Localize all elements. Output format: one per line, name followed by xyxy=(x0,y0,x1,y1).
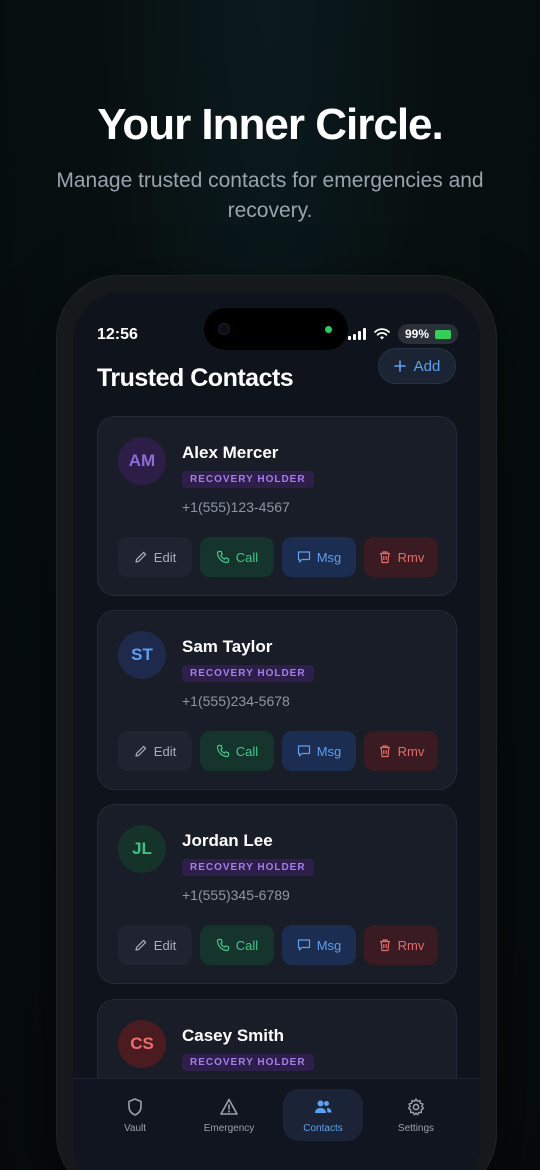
add-label: Add xyxy=(413,357,441,375)
contact-actions: Edit Call Msg Rmv xyxy=(118,537,438,577)
tab-emergency[interactable]: Emergency xyxy=(189,1089,269,1141)
role-badge: RECOVERY HOLDER xyxy=(182,859,314,876)
page-title: Trusted Contacts xyxy=(97,364,294,392)
msg-label: Msg xyxy=(316,549,342,565)
role-badge: RECOVERY HOLDER xyxy=(182,1054,314,1071)
remove-label: Rmv xyxy=(397,937,425,953)
message-icon xyxy=(297,939,310,951)
call-button[interactable]: Call xyxy=(200,537,274,577)
role-badge: RECOVERY HOLDER xyxy=(182,471,314,488)
edit-label: Edit xyxy=(153,937,177,953)
message-icon xyxy=(297,551,310,563)
contact-phone: +1(555)234-5678 xyxy=(182,693,290,709)
contact-actions: Edit Call Msg Rmv xyxy=(118,925,438,965)
phone-screen: 12:56 99% Trusted Contacts Add AM Alex M… xyxy=(73,292,480,1170)
remove-label: Rmv xyxy=(397,743,425,759)
phone-frame: 12:56 99% Trusted Contacts Add AM Alex M… xyxy=(57,276,496,1170)
contact-name: Sam Taylor xyxy=(182,637,273,656)
contact-actions: Edit Call Msg Rmv xyxy=(118,731,438,771)
phone-icon xyxy=(216,744,229,758)
call-label: Call xyxy=(235,743,259,759)
camera-icon xyxy=(218,323,230,335)
tab-settings[interactable]: Settings xyxy=(376,1089,456,1141)
tab-label: Contacts xyxy=(303,1122,343,1134)
gear-icon xyxy=(407,1097,425,1115)
pencil-icon xyxy=(135,551,146,563)
contact-name: Alex Mercer xyxy=(182,443,279,462)
call-button[interactable]: Call xyxy=(200,925,274,965)
phone-icon xyxy=(216,938,229,952)
tab-contacts[interactable]: Contacts xyxy=(283,1089,363,1141)
privacy-indicator-icon xyxy=(325,326,332,333)
contact-card: JL Jordan Lee RECOVERY HOLDER +1(555)345… xyxy=(97,804,457,984)
msg-label: Msg xyxy=(316,937,342,953)
edit-label: Edit xyxy=(153,743,177,759)
pencil-icon xyxy=(135,939,146,951)
avatar: JL xyxy=(118,825,166,873)
users-icon xyxy=(315,1100,332,1113)
signal-icon xyxy=(347,328,366,340)
edit-label: Edit xyxy=(153,549,177,565)
edit-button[interactable]: Edit xyxy=(118,731,192,771)
dynamic-island xyxy=(204,308,348,350)
tab-bar: Vault Emergency Contacts Settings xyxy=(73,1078,480,1170)
call-label: Call xyxy=(235,937,259,953)
wifi-icon xyxy=(374,328,390,340)
plus-icon xyxy=(393,360,406,372)
tab-label: Settings xyxy=(397,1122,435,1134)
message-icon xyxy=(297,745,310,757)
add-contact-button[interactable]: Add xyxy=(378,348,456,384)
shield-icon xyxy=(128,1097,142,1116)
call-label: Call xyxy=(235,549,259,565)
status-indicators: 99% xyxy=(347,324,458,344)
warning-icon xyxy=(220,1098,238,1115)
pencil-icon xyxy=(135,745,146,757)
hero-subtitle: Manage trusted contacts for emergencies … xyxy=(56,169,484,222)
remove-button[interactable]: Rmv xyxy=(364,925,438,965)
avatar: CS xyxy=(118,1020,166,1068)
contact-phone: +1(555)123-4567 xyxy=(182,499,290,515)
remove-button[interactable]: Rmv xyxy=(364,731,438,771)
edit-button[interactable]: Edit xyxy=(118,537,192,577)
message-button[interactable]: Msg xyxy=(282,925,356,965)
trash-icon xyxy=(379,745,390,758)
contact-name: Casey Smith xyxy=(182,1026,285,1045)
battery-indicator: 99% xyxy=(397,324,458,344)
edit-button[interactable]: Edit xyxy=(118,925,192,965)
avatar: ST xyxy=(118,631,166,679)
hero-title: Your Inner Circle. xyxy=(97,100,444,149)
avatar: AM xyxy=(118,437,166,485)
tab-vault[interactable]: Vault xyxy=(95,1089,175,1141)
contact-name: Jordan Lee xyxy=(182,831,273,850)
message-button[interactable]: Msg xyxy=(282,731,356,771)
contact-phone: +1(555)345-6789 xyxy=(182,887,290,903)
role-badge: RECOVERY HOLDER xyxy=(182,665,314,682)
battery-icon xyxy=(435,329,451,339)
status-time: 12:56 xyxy=(97,326,138,343)
battery-percent: 99% xyxy=(404,327,429,341)
call-button[interactable]: Call xyxy=(200,731,274,771)
trash-icon xyxy=(379,939,390,952)
tab-label: Emergency xyxy=(203,1122,255,1134)
message-button[interactable]: Msg xyxy=(282,537,356,577)
phone-icon xyxy=(216,550,229,564)
tab-label: Vault xyxy=(123,1122,147,1134)
remove-label: Rmv xyxy=(397,549,425,565)
msg-label: Msg xyxy=(316,743,342,759)
remove-button[interactable]: Rmv xyxy=(364,537,438,577)
contact-card: ST Sam Taylor RECOVERY HOLDER +1(555)234… xyxy=(97,610,457,790)
trash-icon xyxy=(379,551,390,564)
contact-card: AM Alex Mercer RECOVERY HOLDER +1(555)12… xyxy=(97,416,457,596)
